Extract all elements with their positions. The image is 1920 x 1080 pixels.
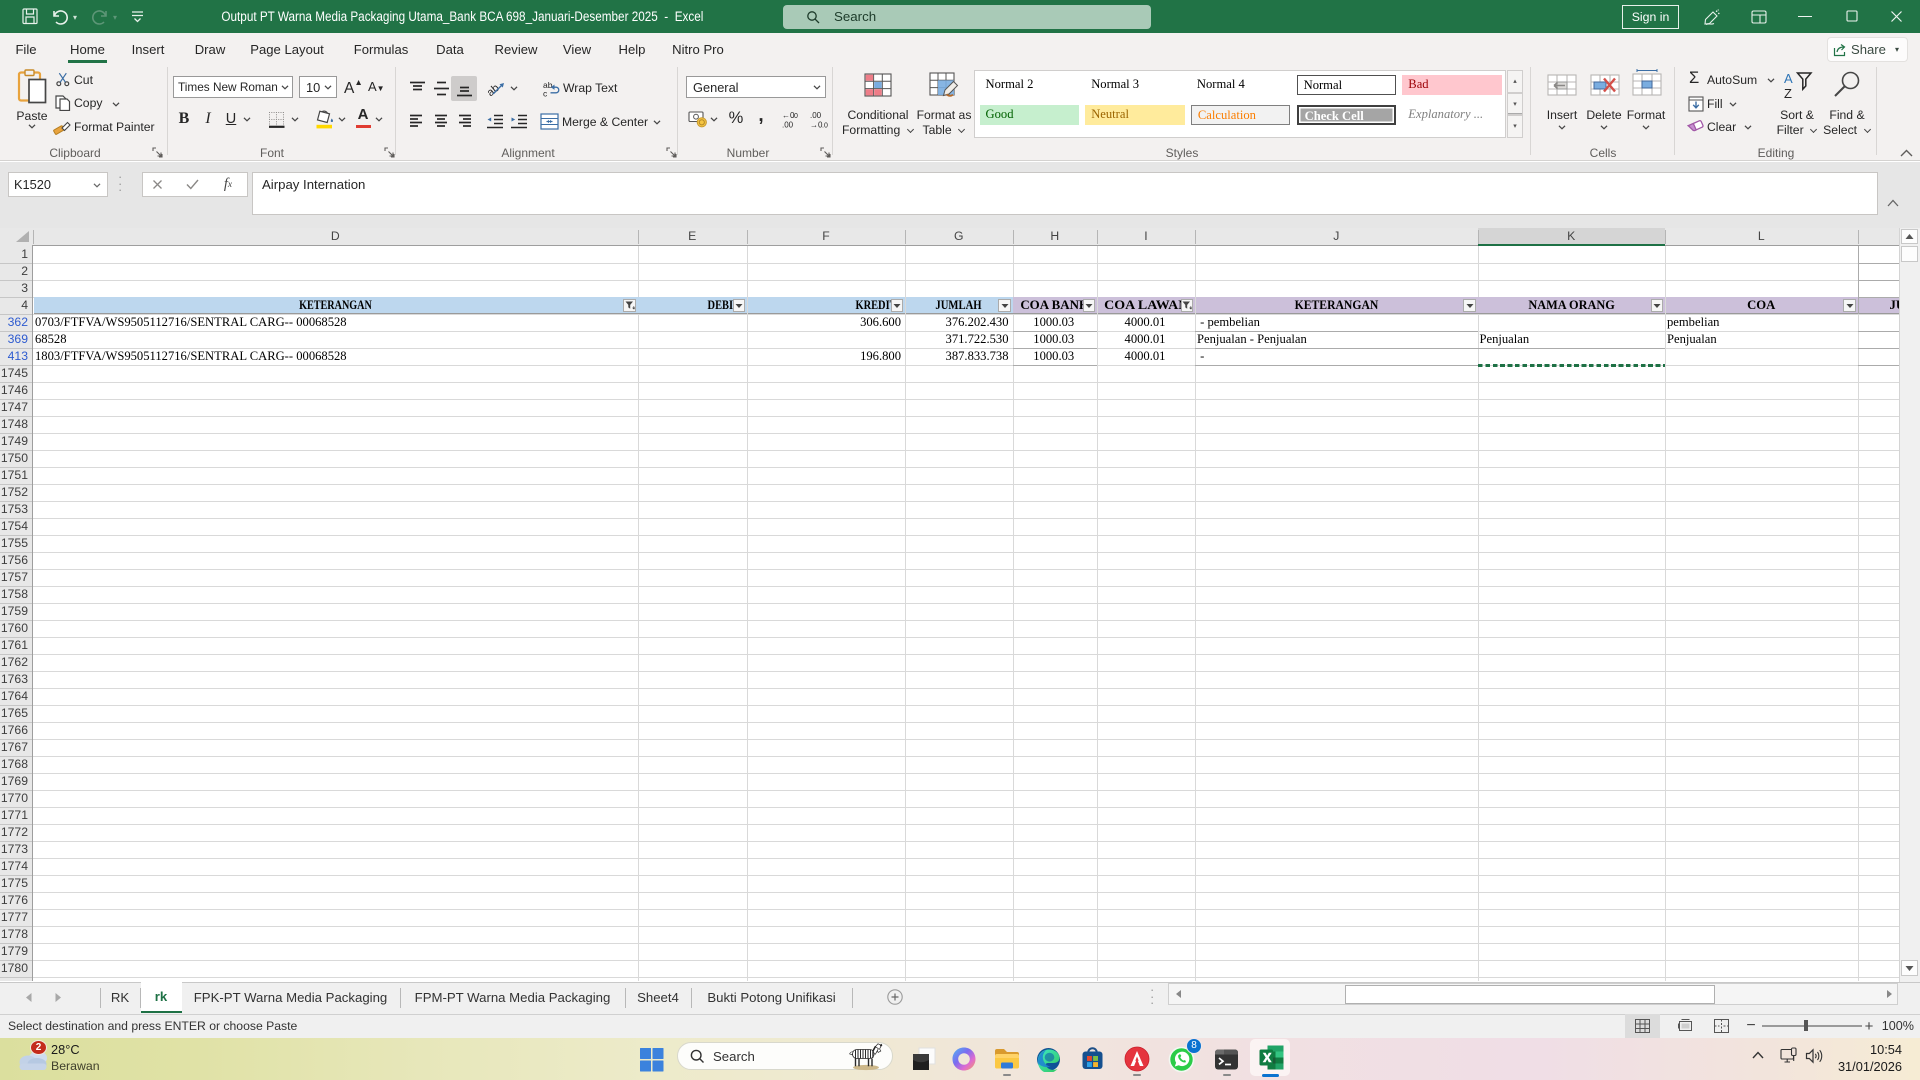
svg-text:ab: ab bbox=[487, 82, 502, 98]
svg-text:Z: Z bbox=[1784, 86, 1792, 100]
svg-text:A: A bbox=[1784, 71, 1793, 86]
svg-text:.00: .00 bbox=[782, 121, 794, 130]
svg-text:.0: .0 bbox=[822, 123, 828, 130]
svg-text:.00: .00 bbox=[810, 111, 822, 120]
svg-text:.0: .0 bbox=[792, 113, 798, 120]
